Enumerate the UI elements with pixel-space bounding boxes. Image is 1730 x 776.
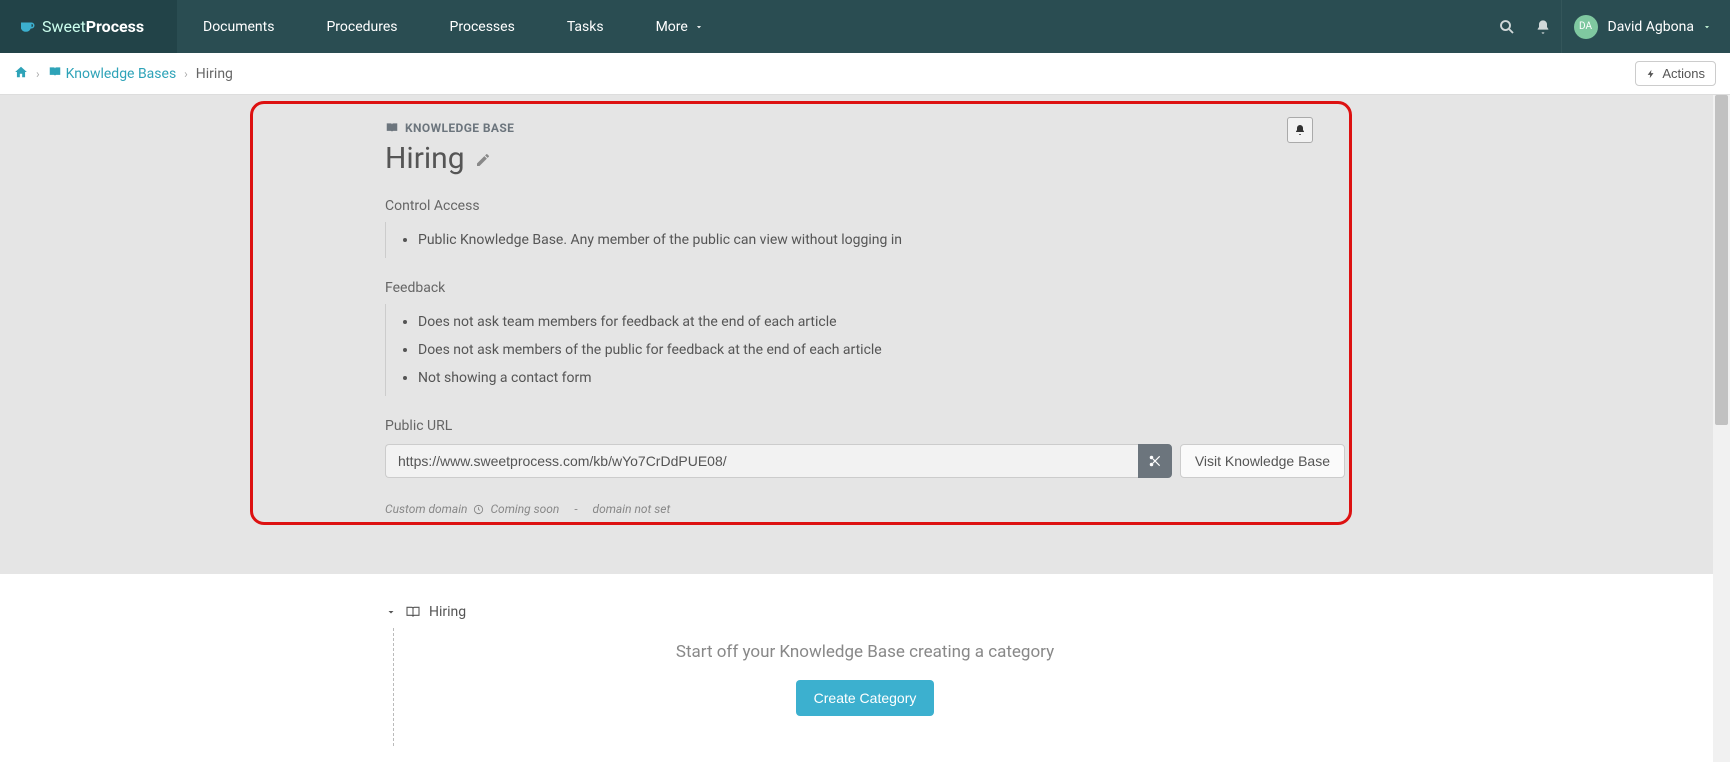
- search-icon[interactable]: [1489, 9, 1525, 45]
- navbar: SweetProcess Documents Procedures Proces…: [0, 0, 1730, 53]
- actions-button[interactable]: Actions: [1635, 61, 1716, 86]
- kb-detail-card: KNOWLEDGE BASE Hiring Control Access Pub…: [385, 95, 1345, 516]
- breadcrumb-current: Hiring: [196, 66, 233, 82]
- nav-procedures[interactable]: Procedures: [300, 0, 423, 53]
- public-url-row: Visit Knowledge Base: [385, 444, 1345, 478]
- chevron-down-icon: [1702, 22, 1712, 32]
- feedback-item: Does not ask team members for feedback a…: [418, 308, 1345, 336]
- clock-icon: [473, 504, 484, 515]
- create-category-button[interactable]: Create Category: [796, 680, 935, 716]
- control-access-body: Public Knowledge Base. Any member of the…: [385, 222, 1345, 258]
- chevron-down-icon: [694, 22, 704, 32]
- nav-documents[interactable]: Documents: [177, 0, 300, 53]
- actions-label: Actions: [1662, 66, 1705, 81]
- breadcrumb-sep: ›: [184, 67, 188, 81]
- public-url-input[interactable]: [385, 444, 1138, 478]
- breadcrumb: › Knowledge Bases › Hiring Actions: [0, 53, 1730, 95]
- custom-domain-note: Custom domain Coming soon - domain not s…: [385, 502, 1345, 516]
- feedback-body: Does not ask team members for feedback a…: [385, 304, 1345, 396]
- feedback-item: Does not ask members of the public for f…: [418, 336, 1345, 364]
- nav-more[interactable]: More: [630, 0, 730, 53]
- breadcrumb-kb-link[interactable]: Knowledge Bases: [66, 66, 177, 82]
- visit-kb-button[interactable]: Visit Knowledge Base: [1180, 444, 1345, 478]
- kb-title-text: Hiring: [385, 141, 465, 176]
- user-name: David Agbona: [1608, 19, 1694, 35]
- nav-items: Documents Procedures Processes Tasks Mor…: [177, 0, 730, 53]
- custom-domain-coming: Coming soon: [490, 502, 559, 516]
- pencil-icon: [475, 152, 491, 168]
- bell-icon[interactable]: [1525, 9, 1561, 45]
- custom-domain-label: Custom domain: [385, 502, 467, 516]
- nav-processes[interactable]: Processes: [424, 0, 541, 53]
- scroll-thumb[interactable]: [1715, 95, 1728, 425]
- control-access-item: Public Knowledge Base. Any member of the…: [418, 226, 1345, 254]
- custom-domain-sep: -: [574, 502, 577, 516]
- chevron-down-icon: [385, 606, 397, 618]
- copy-url-button[interactable]: [1138, 444, 1172, 478]
- tree-guide-line: [393, 628, 394, 746]
- cup-icon: [18, 18, 36, 36]
- book-icon: [385, 121, 399, 135]
- nav-tasks[interactable]: Tasks: [541, 0, 630, 53]
- avatar: DA: [1574, 15, 1598, 39]
- main-area: KNOWLEDGE BASE Hiring Control Access Pub…: [0, 95, 1730, 762]
- edit-title-button[interactable]: [475, 141, 491, 176]
- home-icon[interactable]: [14, 64, 28, 83]
- kb-type-badge: KNOWLEDGE BASE: [385, 121, 1345, 135]
- category-tree-area: Hiring Start off your Knowledge Base cre…: [0, 574, 1730, 776]
- kb-type-label: KNOWLEDGE BASE: [405, 121, 514, 135]
- tree-root-toggle[interactable]: Hiring: [385, 604, 1345, 620]
- brand-process: Process: [86, 17, 144, 36]
- brand-logo[interactable]: SweetProcess: [0, 0, 177, 53]
- kb-title: Hiring: [385, 141, 1345, 176]
- tree-root-label: Hiring: [429, 604, 466, 620]
- subscribe-bell-button[interactable]: [1287, 117, 1313, 143]
- control-access-heading: Control Access: [385, 198, 1345, 214]
- scrollbar[interactable]: ▲: [1713, 95, 1730, 762]
- scissors-icon: [1148, 454, 1162, 468]
- feedback-item: Not showing a contact form: [418, 364, 1345, 392]
- nav-more-label: More: [656, 19, 688, 35]
- breadcrumb-sep: ›: [36, 67, 40, 81]
- empty-tree-prompt: Start off your Knowledge Base creating a…: [385, 642, 1345, 662]
- bell-icon: [1294, 124, 1306, 136]
- book-open-icon: [405, 604, 421, 620]
- brand-sweet: Sweet: [42, 17, 86, 36]
- lightning-icon: [1646, 68, 1656, 80]
- book-icon: [48, 64, 62, 83]
- user-menu[interactable]: DA David Agbona: [1561, 0, 1730, 53]
- feedback-heading: Feedback: [385, 280, 1345, 296]
- custom-domain-notset: domain not set: [593, 502, 671, 516]
- public-url-heading: Public URL: [385, 418, 1345, 434]
